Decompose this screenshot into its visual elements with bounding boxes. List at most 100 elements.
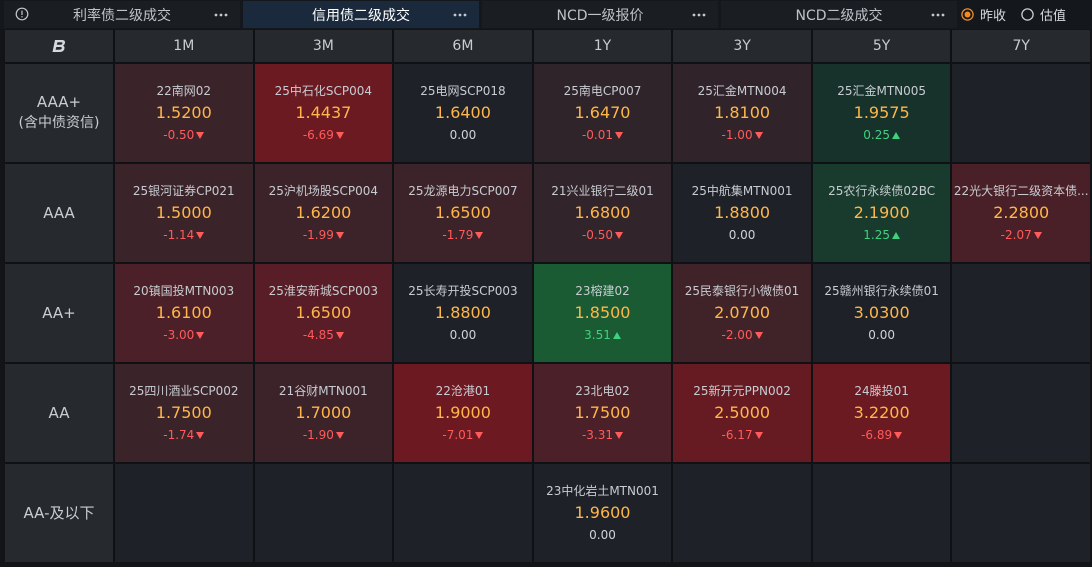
bond-yield: 1.6400 [434, 103, 491, 122]
more-icon[interactable] [692, 13, 706, 17]
bond-quote-cell[interactable]: 25中航集MTN001 1.8800 0.00 [673, 164, 811, 262]
bond-quote-cell[interactable]: 25淮安新城SCP003 1.6500 -4.85 [254, 264, 393, 362]
bond-quote-cell[interactable]: 23中化岩土MTN001 1.9600 0.00 [533, 464, 672, 562]
bond-name: 25民泰银行小微债01 [684, 284, 800, 298]
yield-change: -7.01 [442, 425, 484, 445]
bond-yield: 3.0300 [853, 303, 910, 322]
tab-rate-bond-secondary[interactable]: 利率债二级成交 [4, 1, 240, 28]
more-icon[interactable] [214, 13, 228, 17]
down-arrow-icon [1033, 231, 1042, 239]
radio-icon [961, 8, 974, 21]
bond-quote-cell[interactable]: 24滕投01 3.2200 -6.89 [812, 364, 951, 462]
tab-ncd-secondary[interactable]: NCD二级成交 [721, 1, 957, 28]
yield-change: -0.50 [582, 225, 624, 245]
yield-change: -4.85 [303, 325, 344, 345]
change-value: 0.00 [868, 328, 895, 342]
bond-yield: 2.1900 [853, 203, 910, 222]
bond-quote-cell[interactable]: 21兴业银行二级01 1.6800 -0.50 [533, 164, 672, 262]
bond-name: 20镇国投MTN003 [133, 284, 235, 298]
down-arrow-icon [615, 231, 624, 239]
bond-yield: 1.9600 [574, 503, 631, 522]
bond-quote-cell[interactable]: 25赣州银行永续债01 3.0300 0.00 [812, 264, 951, 362]
down-arrow-icon [615, 131, 624, 139]
bond-name: 25中石化SCP004 [274, 84, 373, 98]
bond-yield: 1.6500 [295, 303, 352, 322]
top-bar: 利率债二级成交 信用债二级成交 NCD一级报价 NCD二级成交 昨收 估值 [0, 0, 1092, 29]
yield-change: -6.17 [722, 425, 763, 445]
bond-yield: 1.5200 [155, 103, 212, 122]
change-value: -3.00 [163, 328, 195, 342]
up-arrow-icon [891, 231, 900, 239]
bond-quote-cell[interactable]: 25新开元PPN002 2.5000 -6.17 [673, 364, 811, 462]
info-icon[interactable] [15, 7, 29, 21]
tab-label: 利率债二级成交 [73, 7, 171, 24]
bond-name: 22光大银行二级资本债... [953, 184, 1089, 198]
bond-quote-cell[interactable]: 22光大银行二级资本债... 2.2800 -2.07 [952, 164, 1090, 262]
bond-quote-cell[interactable]: 25汇金MTN004 1.8100 -1.00 [673, 64, 811, 162]
empty-cell [115, 464, 253, 562]
column-header-tenor: 5Y [812, 30, 951, 62]
radio-label: 估值 [1040, 9, 1067, 24]
bond-yield: 1.9575 [853, 103, 910, 122]
bond-quote-cell[interactable]: 25中石化SCP004 1.4437 -6.69 [254, 64, 393, 162]
bond-quote-cell[interactable]: 25沪机场股SCP004 1.6200 -1.99 [254, 164, 393, 262]
bond-name: 25汇金MTN005 [837, 84, 927, 98]
tab-ncd-primary-quote[interactable]: NCD一级报价 [482, 1, 718, 28]
yield-change: 1.25 [863, 225, 900, 245]
rating-row-label: AAA [5, 164, 113, 262]
more-icon[interactable] [931, 13, 945, 17]
more-icon[interactable] [453, 13, 467, 17]
change-value: -1.00 [721, 128, 753, 142]
radio-prev-close[interactable]: 昨收 [961, 5, 1006, 24]
radio-icon [1021, 8, 1034, 21]
bond-quote-cell[interactable]: 25南电CP007 1.6470 -0.01 [533, 64, 672, 162]
bond-name: 24滕投01 [854, 384, 909, 398]
bond-quote-cell[interactable]: 22沧港01 1.9000 -7.01 [394, 364, 532, 462]
rating-row-label: AA-及以下 [5, 464, 113, 562]
bond-quote-cell[interactable]: 22南网02 1.5200 -0.50 [115, 64, 253, 162]
bond-yield: 1.4437 [295, 103, 352, 122]
bond-quote-cell[interactable]: 25农行永续债02BC 2.1900 1.25 [812, 164, 951, 262]
change-value: 0.00 [449, 128, 477, 142]
bond-quote-cell[interactable]: 23榕建02 1.8500 3.51 [533, 264, 672, 362]
bond-quote-cell[interactable]: 25龙源电力SCP007 1.6500 -1.79 [394, 164, 532, 262]
yield-change: -1.99 [303, 225, 344, 245]
tab-credit-bond-secondary[interactable]: 信用债二级成交 [243, 1, 479, 28]
yield-change: 0.00 [729, 225, 756, 245]
bond-quote-cell[interactable]: 25电网SCP018 1.6400 0.00 [394, 64, 532, 162]
change-value: -2.07 [1000, 228, 1032, 242]
bond-yield: 1.8100 [714, 103, 771, 122]
bond-quote-cell[interactable]: 25民泰银行小微债01 2.0700 -2.00 [673, 264, 811, 362]
bond-yield: 1.6100 [155, 303, 212, 322]
bond-yield: 1.5000 [155, 203, 212, 222]
bond-quote-cell[interactable]: 25长寿开投SCP003 1.8800 0.00 [394, 264, 532, 362]
tab-label: 信用债二级成交 [312, 7, 410, 24]
yield-change: 3.51 [584, 325, 621, 345]
rating-row-label: AA+ [5, 264, 113, 362]
bond-quote-cell[interactable]: 25汇金MTN005 1.9575 0.25 [812, 64, 951, 162]
bond-name: 25电网SCP018 [420, 84, 506, 98]
rating-row-label: AA [5, 364, 113, 462]
empty-cell [952, 64, 1090, 162]
down-arrow-icon [335, 431, 344, 439]
empty-cell [952, 364, 1090, 462]
bond-name: 25汇金MTN004 [697, 84, 787, 98]
bond-quote-cell[interactable]: 25银河证券CP021 1.5000 -1.14 [115, 164, 253, 262]
price-basis-radio-group: 昨收 估值 [961, 0, 1081, 29]
yield-change: -1.00 [722, 125, 763, 145]
bond-quote-cell[interactable]: 25四川酒业SCP002 1.7500 -1.74 [115, 364, 253, 462]
yield-change: 0.25 [863, 125, 900, 145]
empty-cell [394, 464, 532, 562]
bond-name: 25南电CP007 [563, 84, 642, 98]
column-header-tenor: 3M [254, 30, 393, 62]
bond-quote-cell[interactable]: 23北电02 1.7500 -3.31 [533, 364, 672, 462]
rating-note: (含中债资信) [18, 115, 100, 131]
radio-valuation[interactable]: 估值 [1021, 5, 1066, 24]
bond-yield: 1.6800 [574, 203, 631, 222]
bond-yield: 1.6470 [574, 103, 631, 122]
bond-name: 23中化岩土MTN001 [546, 484, 659, 498]
bond-quote-cell[interactable]: 21谷财MTN001 1.7000 -1.90 [254, 364, 393, 462]
bond-quote-cell[interactable]: 20镇国投MTN003 1.6100 -3.00 [115, 264, 253, 362]
change-value: 0.25 [863, 128, 890, 142]
yield-change: 0.00 [450, 125, 477, 145]
